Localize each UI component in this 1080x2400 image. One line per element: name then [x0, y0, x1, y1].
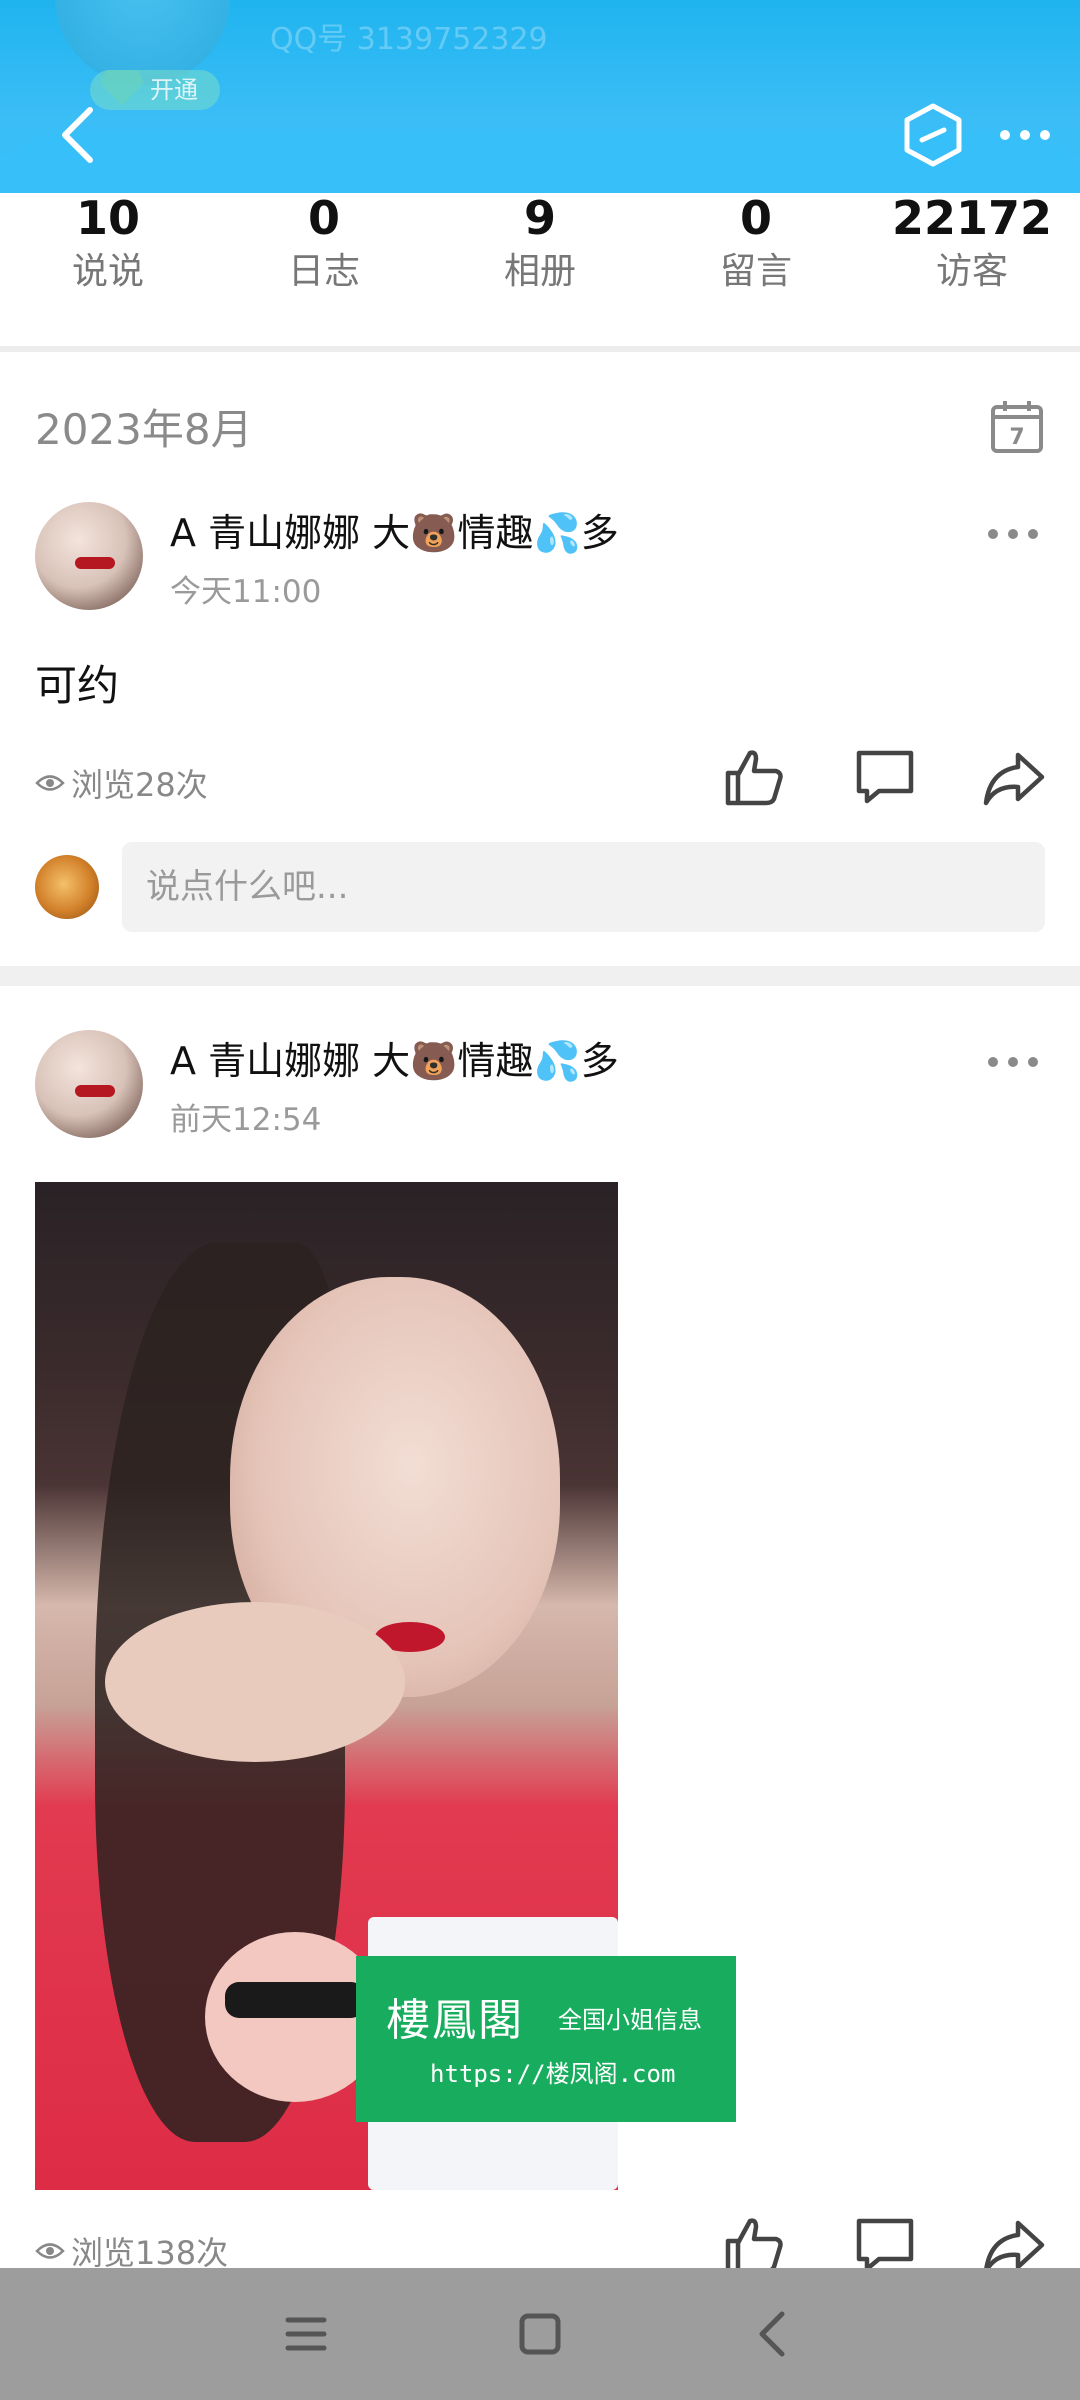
- author-name[interactable]: A 青山娜娜 大🐻情趣💦多: [170, 502, 619, 557]
- stat-value: 22172: [891, 191, 1053, 245]
- stat-visitors[interactable]: 22172 访客: [864, 190, 1080, 346]
- more-icon[interactable]: [995, 110, 1055, 160]
- eye-icon: [35, 2243, 65, 2259]
- stat-value: 9: [523, 191, 556, 245]
- post-divider: [0, 966, 1080, 986]
- section-divider: [0, 346, 1080, 352]
- profile-stats: 10 说说 0 日志 9 相册 0 留言 22172 访客: [0, 190, 1080, 346]
- post-more-icon[interactable]: [985, 524, 1041, 544]
- stat-shuoshuo[interactable]: 10 说说: [0, 190, 216, 346]
- stat-value: 0: [739, 191, 772, 245]
- view-count-label: 浏览28次: [71, 766, 208, 804]
- post-content: 可约: [35, 661, 120, 710]
- home-icon[interactable]: [512, 2306, 568, 2362]
- stat-album[interactable]: 9 相册: [432, 190, 648, 346]
- comment-icon[interactable]: [853, 745, 917, 809]
- qq-number: QQ号 3139752329: [270, 22, 548, 57]
- back-icon[interactable]: [50, 100, 110, 170]
- watermark-url: https://楼凤阁.com: [430, 2060, 676, 2088]
- watermark-banner: 樓鳳閣 全国小姐信息 https://楼凤阁.com: [356, 1956, 736, 2122]
- nav-back-icon[interactable]: [746, 2306, 802, 2362]
- photo-bear-glasses: [225, 1982, 365, 2018]
- stat-label: 日志: [287, 251, 360, 292]
- stat-label: 相册: [503, 251, 576, 292]
- stat-label: 说说: [71, 251, 144, 292]
- eye-icon: [35, 775, 65, 791]
- stat-value: 10: [75, 191, 140, 245]
- stat-label: 访客: [935, 251, 1008, 292]
- post-time: 今天11:00: [170, 574, 322, 610]
- system-nav-bar: [0, 2268, 1080, 2400]
- menu-icon[interactable]: [278, 2306, 334, 2362]
- stat-value: 0: [307, 191, 340, 245]
- timeline-header: 2023年8月 7: [35, 395, 1045, 465]
- comment-row: 说点什么吧...: [0, 840, 1080, 934]
- comment-input[interactable]: 说点什么吧...: [122, 842, 1045, 932]
- author-avatar[interactable]: [35, 502, 143, 610]
- my-avatar: [35, 855, 99, 919]
- share-icon[interactable]: [982, 745, 1046, 809]
- stat-blog[interactable]: 0 日志: [216, 190, 432, 346]
- post-time: 前天12:54: [170, 1102, 322, 1138]
- month-label: 2023年8月: [35, 405, 253, 454]
- view-count: 浏览28次: [35, 760, 208, 806]
- author-name[interactable]: A 青山娜娜 大🐻情趣💦多: [170, 1030, 619, 1085]
- author-avatar[interactable]: [35, 1030, 143, 1138]
- watermark-title: 樓鳳閣: [386, 1995, 524, 2046]
- stat-messages[interactable]: 0 留言: [648, 190, 864, 346]
- post-more-icon[interactable]: [985, 1052, 1041, 1072]
- watermark-subtitle: 全国小姐信息: [558, 2006, 702, 2034]
- svg-text:7: 7: [1009, 425, 1024, 450]
- photo-hand: [105, 1602, 405, 1762]
- profile-header: 开通 QQ号 3139752329: [0, 0, 1080, 193]
- stat-label: 留言: [719, 251, 792, 292]
- hexagon-icon[interactable]: [900, 102, 966, 168]
- calendar-icon[interactable]: 7: [989, 399, 1045, 455]
- like-icon[interactable]: [722, 745, 786, 809]
